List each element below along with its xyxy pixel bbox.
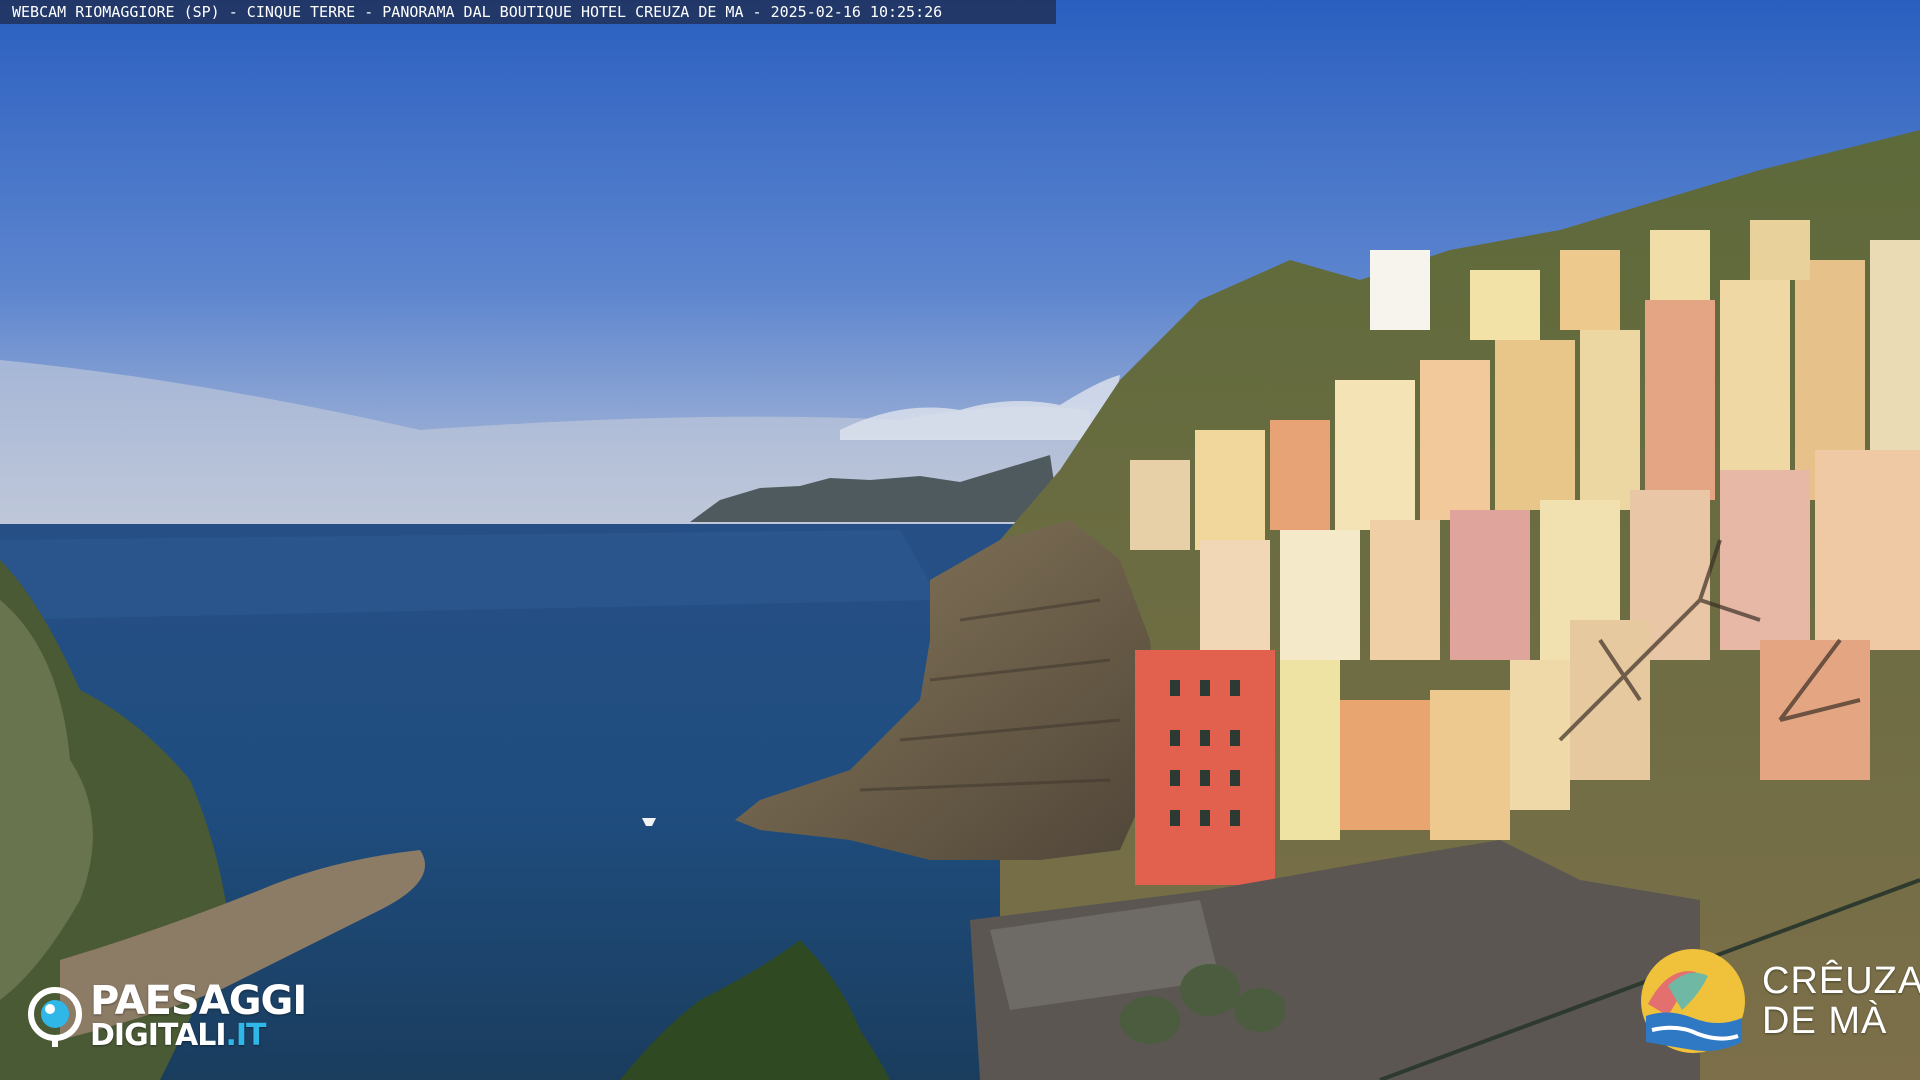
panorama-image: [0, 0, 1920, 1080]
logo-left-line2: DIGITALI.IT: [90, 1021, 306, 1051]
webcam-title-overlay: WEBCAM RIOMAGGIORE (SP) - CINQUE TERRE -…: [0, 0, 1056, 24]
logo-left-line1: PAESAGGI: [90, 978, 307, 1024]
creuza-de-ma-logo[interactable]: CRÊUZA DE MÀ: [1638, 946, 1920, 1056]
logo-left-line2-suffix: .IT: [225, 1018, 266, 1053]
camera-eye-icon: [28, 987, 82, 1047]
wave-sun-icon: [1641, 949, 1745, 1053]
webcam-frame: WEBCAM RIOMAGGIORE (SP) - CINQUE TERRE -…: [0, 0, 1920, 1080]
paesaggi-digitali-logo[interactable]: PAESAGGI DIGITALI.IT: [26, 978, 307, 1052]
logo-right-line2: DE MÀ: [1762, 1000, 1888, 1042]
logo-left-line2-main: DIGITALI: [90, 1018, 226, 1053]
logo-right-line1: CRÊUZA: [1762, 960, 1920, 1002]
